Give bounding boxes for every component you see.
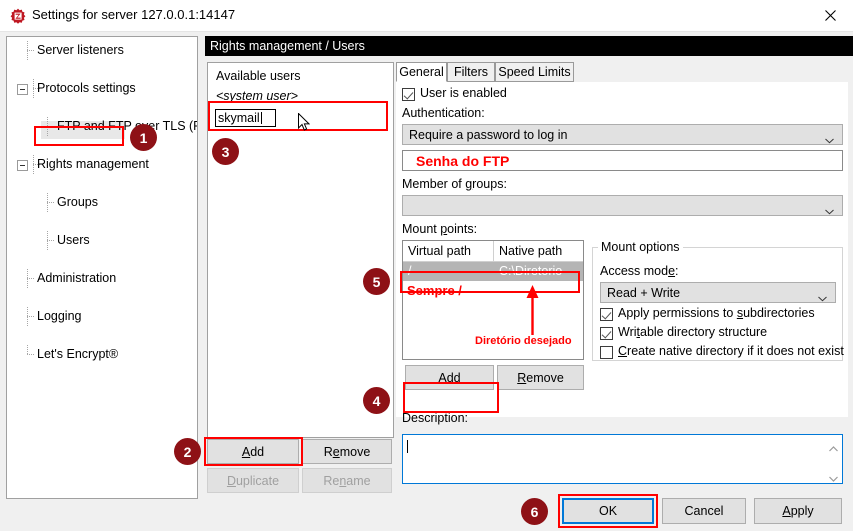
tab-strip: General Filters Speed Limits [396, 62, 848, 82]
column-header-native-path[interactable]: Native path [494, 241, 583, 261]
sidebar-item-administration[interactable]: Administration [7, 269, 197, 288]
annotation-box-add-user [204, 437, 303, 466]
access-mode-select[interactable]: Read + Write [600, 282, 836, 303]
duplicate-user-button: Duplicate [207, 468, 299, 493]
sidebar-item-label: Administration [37, 271, 117, 285]
sidebar-item-protocols-settings[interactable]: Protocols settings [7, 79, 197, 98]
access-mode-value: Read + Write [607, 285, 681, 300]
general-tab-panel: User is enabled Authentication: Require … [396, 82, 848, 425]
annotation-box-ok [558, 494, 658, 528]
annotation-box-add-mount [403, 382, 499, 413]
writable-directory-structure-label: Writable directory structure [618, 325, 768, 339]
description-label: Description: [402, 411, 468, 425]
annotation-badge-4: 4 [363, 387, 390, 414]
mount-points-label: Mount points: [402, 222, 478, 236]
chevron-down-icon [818, 290, 827, 301]
sidebar-item-label: Groups [57, 195, 98, 209]
close-icon[interactable] [807, 0, 853, 31]
apply-button[interactable]: Apply [754, 498, 842, 524]
scrollbar[interactable] [825, 435, 842, 483]
tab-general-label: General [399, 65, 444, 79]
tree-connector [41, 231, 54, 250]
available-users-label: Available users [216, 69, 301, 83]
member-of-groups-select[interactable] [402, 195, 843, 216]
annotation-badge-2: 2 [174, 438, 201, 465]
text-caret [407, 440, 408, 453]
create-native-directory-checkbox[interactable] [600, 346, 613, 359]
diretorio-desejado-annotation: Diretório desejado [475, 335, 572, 347]
user-enabled-checkbox[interactable] [402, 88, 415, 101]
scroll-up-icon[interactable] [829, 441, 838, 452]
tree-connector [21, 307, 34, 326]
annotation-badge-1: 1 [130, 124, 157, 151]
member-of-groups-label: Member of groups: [402, 177, 507, 191]
access-mode-label: Access mode: [600, 264, 679, 278]
password-annotation: Senha do FTP [416, 153, 510, 169]
apply-label: Apply [782, 504, 814, 518]
sidebar-item-rights-management[interactable]: Rights management [7, 155, 197, 174]
user-enabled-label: User is enabled [420, 86, 507, 100]
cancel-button[interactable]: Cancel [662, 498, 746, 524]
page-title: Rights management / Users [205, 36, 853, 56]
mount-options-group-label: Mount options [598, 240, 683, 254]
annotation-box-users [34, 126, 124, 146]
tab-filters-label: Filters [453, 65, 489, 79]
sidebar-item-label: Logging [37, 309, 82, 323]
cancel-label: Cancel [684, 504, 724, 518]
tree-connector [21, 345, 34, 364]
rename-user-button: Rename [302, 468, 392, 493]
annotation-box-mount-row [400, 271, 580, 293]
apply-permissions-subdirectories-checkbox[interactable] [600, 308, 613, 321]
mount-points-header: Virtual path Native path [403, 241, 583, 262]
sidebar-item-label: Protocols settings [37, 81, 136, 95]
remove-mount-point-button[interactable]: Remove [497, 365, 584, 390]
sidebar-item-logging[interactable]: Logging [7, 307, 197, 326]
remove-mount-label: Remove [517, 370, 564, 385]
title-bar: Settings for server 127.0.0.1:14147 [0, 0, 853, 31]
mount-points-grid[interactable]: Virtual path Native path / C:\Diretorio … [402, 240, 584, 360]
password-field[interactable]: Senha do FTP [402, 150, 843, 171]
remove-user-button[interactable]: Remove [302, 439, 392, 464]
annotation-badge-6: 6 [521, 498, 548, 525]
tab-general[interactable]: General [396, 62, 447, 82]
authentication-select[interactable]: Require a password to log in [402, 124, 843, 145]
mouse-cursor [298, 112, 311, 132]
sidebar-item-label: Rights management [37, 157, 149, 171]
description-textarea[interactable] [402, 434, 843, 484]
annotation-badge-5: 5 [363, 268, 390, 295]
writable-directory-structure-checkbox[interactable] [600, 327, 613, 340]
apply-permissions-subdirectories-label: Apply permissions to subdirectories [618, 306, 815, 320]
sidebar-item-server-listeners[interactable]: Server listeners [7, 41, 197, 60]
settings-dialog: Settings for server 127.0.0.1:14147 Serv… [0, 0, 853, 531]
annotation-badge-3: 3 [212, 138, 239, 165]
filezilla-server-icon [10, 8, 26, 24]
window-title: Settings for server 127.0.0.1:14147 [32, 7, 236, 22]
tab-speed-limits[interactable]: Speed Limits [495, 62, 574, 82]
column-header-virtual-path[interactable]: Virtual path [403, 241, 494, 261]
tree-connector [21, 269, 34, 288]
tree-connector [41, 193, 54, 212]
sidebar-item-label: Users [57, 233, 90, 247]
titlebar-divider [0, 31, 853, 32]
sidebar-item-label: Let's Encrypt® [37, 347, 119, 361]
remove-user-label: Remove [323, 444, 371, 459]
sidebar-item-groups[interactable]: Groups [7, 193, 197, 212]
scroll-down-icon[interactable] [829, 471, 838, 482]
rename-user-label: Rename [323, 473, 371, 488]
authentication-value: Require a password to log in [409, 127, 568, 142]
chevron-down-icon [825, 203, 834, 214]
settings-tree[interactable]: Server listeners Protocols settings FTP … [6, 36, 198, 499]
tab-speed-limits-label: Speed Limits [498, 65, 571, 79]
tree-connector [21, 41, 34, 60]
create-native-directory-label: Create native directory if it does not e… [618, 344, 844, 358]
sidebar-item-label: Server listeners [37, 43, 124, 57]
authentication-label: Authentication: [402, 106, 485, 120]
sidebar-item-lets-encrypt[interactable]: Let's Encrypt® [7, 345, 197, 364]
chevron-down-icon [825, 132, 834, 143]
sidebar-item-users[interactable]: Users [7, 231, 197, 250]
tab-filters[interactable]: Filters [447, 62, 495, 82]
duplicate-user-label: Duplicate [226, 473, 280, 488]
